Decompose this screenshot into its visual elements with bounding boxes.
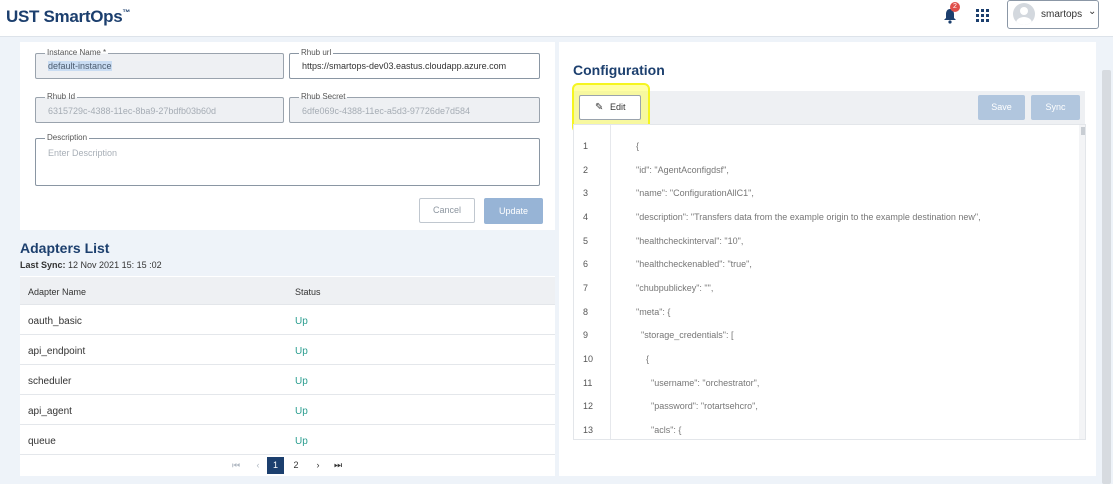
- table-row[interactable]: api_endpoint Up: [20, 335, 555, 365]
- pencil-icon: ✎: [595, 96, 603, 119]
- col-adapter-name: Adapter Name: [28, 287, 86, 297]
- description-placeholder: Enter Description: [48, 148, 117, 158]
- line-number: 5: [583, 236, 588, 246]
- adapters-table: Adapter Name Status oauth_basic Up api_e…: [20, 276, 555, 476]
- code-line: "name": "ConfigurationAllC1",: [636, 188, 754, 198]
- adapters-title: Adapters List: [20, 240, 109, 256]
- code-line: "username": "orchestrator",: [636, 378, 759, 388]
- code-line: "chubpublickey": "",: [636, 283, 713, 293]
- code-line: "healthcheckenabled": "true",: [636, 259, 752, 269]
- sync-button[interactable]: Sync: [1031, 95, 1080, 120]
- rhub-secret-field: Rhub Secret 6dfe069c-4388-11ec-a5d3-9772…: [289, 97, 540, 123]
- pagination: ⏮ ‹ 1 2 › ⏭: [20, 454, 555, 476]
- rhub-id-value: 6315729c-4388-11ec-8ba9-27bdfb03b60d: [48, 106, 216, 116]
- line-number: 13: [583, 425, 593, 435]
- code-line: "meta": {: [636, 307, 670, 317]
- status-badge: Up: [295, 376, 308, 387]
- chevron-down-icon: ⌄: [1088, 6, 1096, 17]
- description-field[interactable]: Description Enter Description: [35, 138, 540, 186]
- apps-grid-icon[interactable]: [976, 9, 989, 22]
- table-row[interactable]: api_agent Up: [20, 395, 555, 425]
- code-line: {: [636, 141, 639, 151]
- table-row[interactable]: queue Up: [20, 425, 555, 455]
- save-button[interactable]: Save: [978, 95, 1025, 120]
- line-number: 6: [583, 259, 588, 269]
- update-button[interactable]: Update: [484, 198, 543, 224]
- line-number: 11: [583, 378, 592, 388]
- line-number: 2: [583, 165, 588, 175]
- adapter-name: api_agent: [28, 406, 72, 417]
- instance-panel: Instance Name * default-instance Rhub ur…: [20, 42, 555, 230]
- cancel-button[interactable]: Cancel: [419, 198, 475, 223]
- rhub-url-label: Rhub url: [299, 48, 333, 58]
- line-number: 9: [583, 330, 588, 340]
- rhub-secret-label: Rhub Secret: [299, 92, 347, 102]
- code-line: "id": "AgentAconfigdsf",: [636, 165, 729, 175]
- instance-name-label: Instance Name *: [45, 48, 108, 58]
- first-page-button[interactable]: ⏮: [230, 457, 242, 474]
- status-badge: Up: [295, 316, 308, 327]
- user-name: smartops: [1041, 9, 1082, 20]
- rhub-secret-value: 6dfe069c-4388-11ec-a5d3-97726de7d584: [302, 106, 470, 116]
- next-page-button[interactable]: ›: [312, 457, 324, 474]
- configuration-title: Configuration: [573, 62, 665, 78]
- table-header: Adapter Name Status: [20, 277, 555, 305]
- last-page-button[interactable]: ⏭: [332, 457, 344, 474]
- avatar: [1013, 3, 1035, 25]
- adapter-name: scheduler: [28, 376, 71, 387]
- code-line: "acls": {: [636, 425, 681, 435]
- line-number: 8: [583, 307, 588, 317]
- rhub-url-value: https://smartops-dev03.eastus.cloudapp.a…: [302, 61, 506, 71]
- line-number: 10: [583, 354, 593, 364]
- rhub-url-field[interactable]: Rhub url https://smartops-dev03.eastus.c…: [289, 53, 540, 79]
- rhub-id-field: Rhub Id 6315729c-4388-11ec-8ba9-27bdfb03…: [35, 97, 284, 123]
- code-line: "storage_credentials": [: [636, 330, 733, 340]
- edit-label: Edit: [610, 96, 626, 119]
- page-1-button[interactable]: 1: [267, 457, 284, 474]
- top-header: UST SmartOps™ 2 smartops ⌄: [0, 0, 1113, 37]
- configuration-panel: Configuration ✎ Edit Save Sync 1 { 2 "id…: [559, 42, 1096, 476]
- table-row[interactable]: scheduler Up: [20, 365, 555, 395]
- code-line: "password": "rotartsehcro",: [636, 401, 758, 411]
- line-number: 3: [583, 188, 588, 198]
- col-status: Status: [295, 287, 321, 297]
- last-sync: Last Sync: 12 Nov 2021 15: 15 :02: [20, 260, 162, 270]
- status-badge: Up: [295, 346, 308, 357]
- page-2-button[interactable]: 2: [290, 457, 302, 474]
- status-badge: Up: [295, 406, 308, 417]
- user-menu[interactable]: smartops ⌄: [1007, 0, 1099, 29]
- status-badge: Up: [295, 436, 308, 447]
- line-number: 7: [583, 283, 588, 293]
- code-line: {: [636, 354, 649, 364]
- adapter-name: oauth_basic: [28, 316, 82, 327]
- editor-scroll-thumb[interactable]: [1081, 127, 1086, 135]
- line-number: 12: [583, 401, 593, 411]
- code-line: "description": "Transfers data from the …: [636, 212, 981, 222]
- table-row[interactable]: oauth_basic Up: [20, 305, 555, 335]
- adapter-name: queue: [28, 436, 56, 447]
- description-label: Description: [45, 133, 89, 143]
- adapter-name: api_endpoint: [28, 346, 85, 357]
- page-scrollbar[interactable]: [1102, 70, 1111, 484]
- editor-scrollbar[interactable]: [1079, 125, 1086, 440]
- line-number: 1: [583, 141, 588, 151]
- app-logo[interactable]: UST SmartOps™: [6, 7, 130, 27]
- prev-page-button[interactable]: ‹: [252, 457, 264, 474]
- instance-name-field[interactable]: Instance Name * default-instance: [35, 53, 284, 79]
- instance-name-value: default-instance: [48, 61, 112, 71]
- line-gutter: [574, 125, 611, 440]
- line-number: 4: [583, 212, 588, 222]
- notification-badge: 2: [950, 2, 960, 12]
- code-editor[interactable]: 1 { 2 "id": "AgentAconfigdsf", 3 "name":…: [573, 124, 1086, 440]
- edit-button[interactable]: ✎ Edit: [579, 95, 641, 120]
- rhub-id-label: Rhub Id: [45, 92, 77, 102]
- code-line: "healthcheckinterval": "10",: [636, 236, 743, 246]
